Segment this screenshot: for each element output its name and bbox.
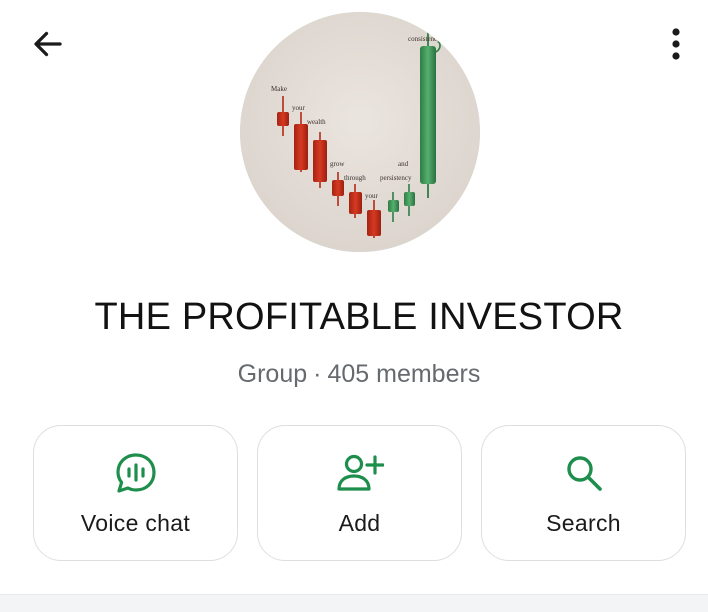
avatar-word-and: and [398,160,409,168]
avatar-word-wealth: wealth [307,118,326,126]
avatar-word-grow: grow [330,160,345,168]
avatar-word-your-2: your [365,192,379,200]
group-type: Group [237,360,308,388]
avatar-word-your-1: your [292,104,306,112]
voice-chat-label: Voice chat [80,510,191,536]
group-title: THE PROFITABLE INVESTOR [94,296,624,338]
search-icon [566,456,602,491]
more-options-button[interactable] [652,22,700,66]
arrow-left-icon [34,31,62,57]
avatar-word-persistency: persistency [380,174,412,182]
candlestick-avatar-image: Make your wealth grow through your persi… [240,12,480,252]
search-label: Search [546,510,621,536]
section-divider [0,594,708,612]
add-person-icon [336,454,384,491]
action-row: Voice chat Add Search [0,425,708,563]
voice-chat-icon [115,453,156,493]
voice-chat-button[interactable]: Voice chat [33,425,238,561]
add-member-label: Add [338,510,381,536]
meta-separator: · [313,360,322,388]
add-member-button[interactable]: Add [257,425,462,561]
search-button[interactable]: Search [481,425,686,561]
back-button[interactable] [24,22,72,66]
more-vertical-icon [672,28,680,60]
group-avatar[interactable]: Make your wealth grow through your persi… [240,12,480,252]
group-subtitle: Group · 405 members [0,360,708,389]
member-count: 405 members [327,360,481,388]
avatar-word-make: Make [271,85,287,93]
avatar-word-through: through [344,174,366,182]
